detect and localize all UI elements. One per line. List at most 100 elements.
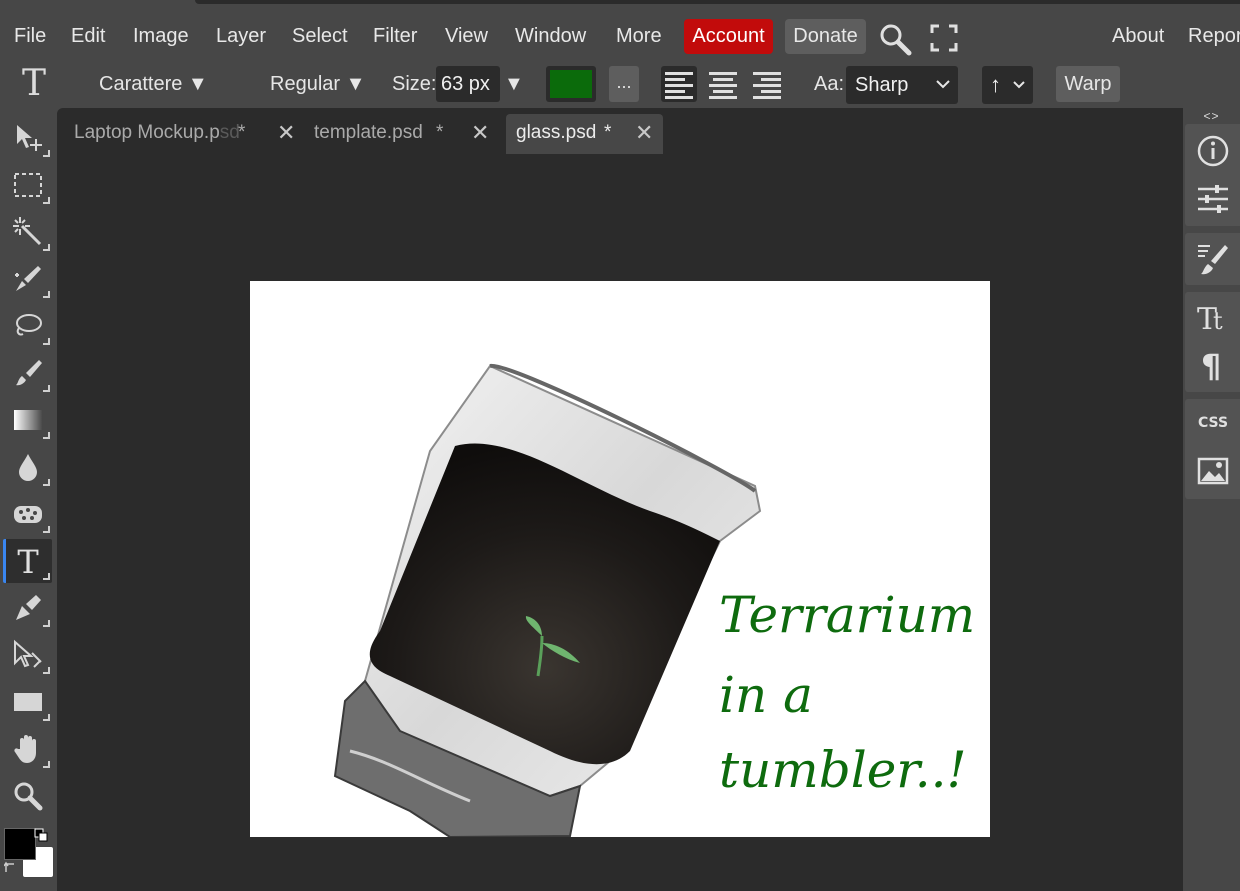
- chevron-down-icon: [1013, 81, 1025, 89]
- magic-wand-icon: [13, 217, 42, 246]
- font-style-select[interactable]: Regular ▼: [270, 60, 365, 108]
- chevron-down-icon: [936, 80, 950, 89]
- panel-group-export: CSS: [1185, 399, 1240, 499]
- blur-tool[interactable]: [6, 445, 52, 489]
- text-color-fill: [550, 70, 592, 98]
- svg-text:¶: ¶: [1201, 347, 1221, 382]
- canvas-text-line-3[interactable]: tumbler..!: [719, 741, 967, 799]
- warp-button[interactable]: Warp: [1056, 66, 1120, 102]
- type-tool-icon: T: [21, 63, 46, 104]
- canvas-text-line-2[interactable]: in a: [719, 666, 813, 724]
- font-size-input[interactable]: 63 px: [436, 66, 500, 102]
- tab-template[interactable]: template.psd * ✕: [305, 114, 504, 154]
- menu-filter[interactable]: Filter: [373, 12, 417, 60]
- document-workspace: Laptop Mockup.psd * ✕ template.psd * ✕ g…: [57, 108, 1183, 891]
- menu-edit[interactable]: Edit: [71, 12, 105, 60]
- hand-icon: [14, 735, 36, 763]
- size-label: Size:: [392, 73, 437, 95]
- adjustments-icon[interactable]: [1195, 181, 1231, 217]
- sponge-tool[interactable]: [6, 492, 52, 536]
- rect-select-icon: [14, 173, 42, 197]
- text-direction-value: ↑: [990, 72, 1001, 97]
- sponge-icon: [14, 506, 42, 523]
- antialias-label: Aa:: [814, 73, 845, 95]
- lasso-icon: [16, 314, 42, 336]
- marquee-tool[interactable]: [6, 163, 52, 207]
- tab-label: Laptop Mockup.p: [74, 122, 220, 143]
- swap-colors-icon[interactable]: [4, 860, 18, 874]
- menu-bar: File Edit Image Layer Select Filter View…: [0, 12, 1240, 60]
- character-icon[interactable]: Tt: [1195, 298, 1231, 334]
- type-icon: T: [17, 545, 39, 577]
- reset-colors-icon[interactable]: [34, 828, 48, 842]
- pen-tool[interactable]: [6, 586, 52, 630]
- pen-icon: [16, 595, 41, 620]
- brush-icon: [16, 360, 42, 386]
- text-color-swatch[interactable]: [546, 66, 596, 102]
- foreground-color-swatch[interactable]: [4, 828, 36, 860]
- rectangle-icon: [14, 693, 42, 711]
- antialias-select[interactable]: Sharp: [846, 66, 958, 104]
- info-icon[interactable]: [1195, 133, 1231, 169]
- tab-dirty-mark: *: [436, 122, 444, 143]
- quick-selection-tool[interactable]: [6, 257, 52, 301]
- antialias-value: Sharp: [855, 74, 909, 96]
- move-tool[interactable]: [6, 116, 52, 160]
- donate-button[interactable]: Donate: [785, 19, 866, 54]
- fullscreen-icon[interactable]: [928, 22, 960, 54]
- menu-file[interactable]: File: [14, 12, 46, 60]
- align-center-button[interactable]: [705, 66, 741, 102]
- menu-image[interactable]: Image: [133, 12, 189, 60]
- gradient-icon: [14, 410, 42, 430]
- type-tool[interactable]: T: [3, 539, 52, 583]
- close-icon[interactable]: ✕: [277, 114, 295, 152]
- tab-label: glass.psd: [516, 122, 597, 143]
- panel-group-type: Tt ¶: [1185, 292, 1240, 392]
- hand-tool[interactable]: [6, 727, 52, 771]
- direct-selection-tool[interactable]: [6, 633, 52, 677]
- tab-laptop-mockup[interactable]: Laptop Mockup.psd * ✕: [65, 114, 306, 154]
- magnifier-icon: [14, 782, 43, 811]
- canvas-text-line-1[interactable]: Terrarium: [719, 586, 975, 644]
- menu-more[interactable]: More: [616, 12, 662, 60]
- zoom-tool[interactable]: [6, 774, 52, 818]
- tab-label-overflow: sd: [219, 122, 240, 143]
- close-icon[interactable]: ✕: [635, 114, 653, 152]
- gradient-tool[interactable]: [6, 398, 52, 442]
- close-icon[interactable]: ✕: [471, 114, 489, 152]
- size-dropdown-arrow[interactable]: ▼: [504, 60, 524, 108]
- panel-group-info: [1185, 124, 1240, 226]
- align-right-button[interactable]: [749, 66, 785, 102]
- align-left-button[interactable]: [661, 66, 697, 102]
- title-strip: [0, 0, 1240, 12]
- menu-view[interactable]: View: [445, 12, 488, 60]
- magic-wand-tool[interactable]: [6, 210, 52, 254]
- shape-tool[interactable]: [6, 680, 52, 724]
- paragraph-icon[interactable]: ¶: [1195, 346, 1231, 382]
- account-button[interactable]: Account: [684, 19, 773, 54]
- css-panel-button[interactable]: CSS: [1195, 415, 1231, 431]
- menu-report[interactable]: Repor: [1188, 12, 1240, 60]
- menu-layer[interactable]: Layer: [216, 12, 266, 60]
- drop-icon: [19, 454, 37, 481]
- brush-tool[interactable]: [6, 351, 52, 395]
- font-family-select[interactable]: Carattere ▼: [99, 60, 208, 108]
- more-options-button[interactable]: ...: [609, 66, 639, 102]
- menu-window[interactable]: Window: [515, 12, 586, 60]
- lasso-tool[interactable]: [6, 304, 52, 348]
- tab-dirty-mark: *: [604, 122, 612, 143]
- brush-settings-icon[interactable]: [1195, 241, 1231, 277]
- search-icon[interactable]: [878, 22, 914, 56]
- tab-glass[interactable]: glass.psd * ✕: [506, 114, 663, 154]
- menu-select[interactable]: Select: [292, 12, 348, 60]
- image-icon[interactable]: [1195, 453, 1231, 489]
- menu-about[interactable]: About: [1112, 12, 1164, 60]
- text-direction-select[interactable]: ↑: [982, 66, 1033, 104]
- svg-text:t: t: [1213, 307, 1223, 334]
- collapse-panel-toggle[interactable]: <>: [1183, 108, 1240, 124]
- document-canvas[interactable]: Terrarium in a tumbler..!: [250, 281, 990, 837]
- move-arrow-icon: [17, 125, 42, 151]
- address-bar: [195, 0, 1240, 4]
- tab-dirty-mark: *: [238, 122, 246, 143]
- tools-panel: T: [0, 108, 57, 891]
